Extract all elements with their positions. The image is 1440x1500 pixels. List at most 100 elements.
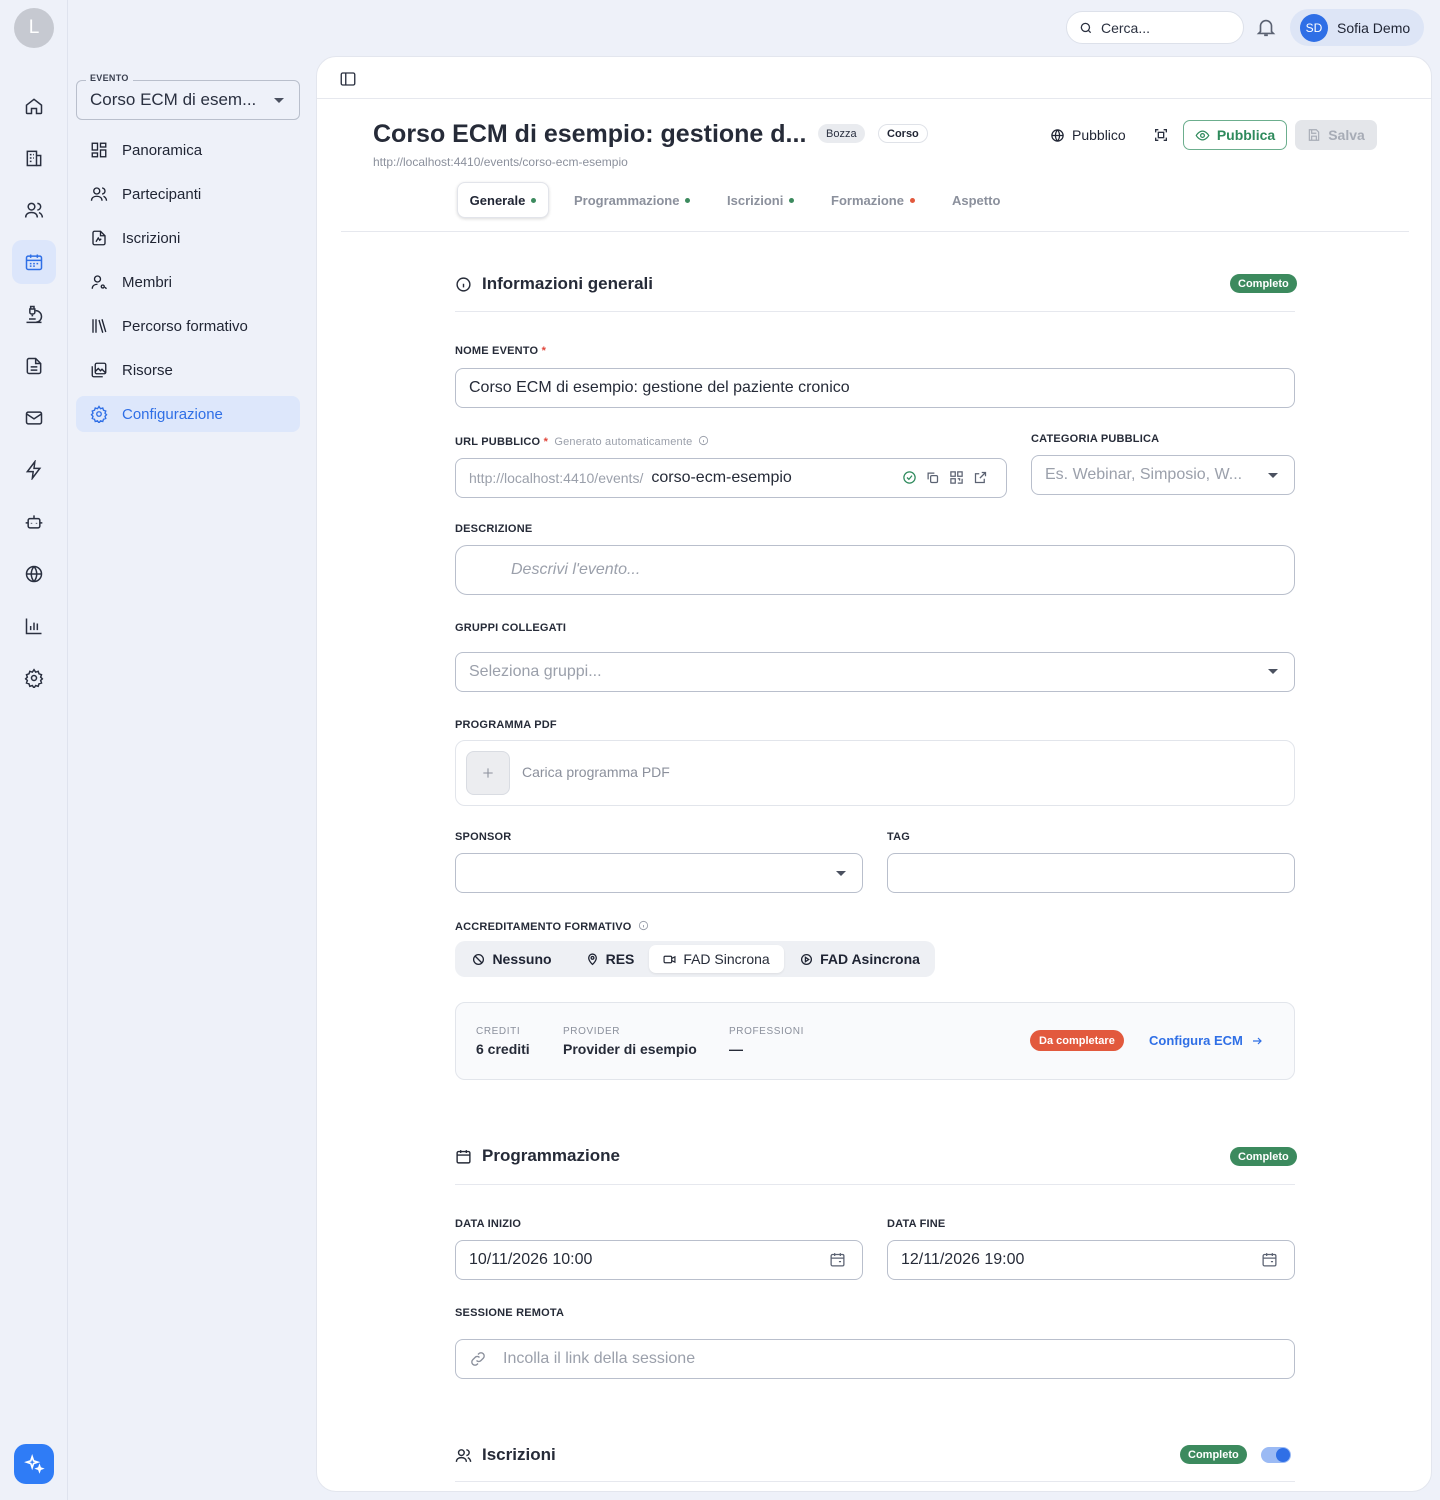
search-input[interactable]: Cerca... <box>1066 11 1244 44</box>
field-label: GRUPPI COLLEGATI <box>455 622 567 634</box>
users-icon <box>90 187 108 201</box>
sparkles-icon[interactable] <box>14 1444 54 1484</box>
field-label: NOME EVENTO * <box>455 345 547 357</box>
sidebar-item-membri[interactable]: Membri <box>76 264 300 300</box>
sidebar-item-percorso-formativo[interactable]: Percorso formativo <box>76 308 300 344</box>
sidebar-item-configurazione[interactable]: Configurazione <box>76 396 300 432</box>
event-url: http://localhost:4410/events/corso-ecm-e… <box>373 155 628 169</box>
chevron-down-icon <box>274 98 284 103</box>
tab-iscrizioni[interactable]: Iscrizioni <box>727 182 795 218</box>
status-badge: Completo <box>1230 1147 1297 1166</box>
sidebar-item-risorse[interactable]: Risorse <box>76 352 300 388</box>
professions-key: PROFESSIONI <box>729 1026 804 1037</box>
field-label: DATA INIZIO <box>455 1218 522 1230</box>
plus-icon[interactable] <box>466 751 510 795</box>
info-icon <box>698 435 708 446</box>
section-title-registrations: Iscrizioni <box>455 1445 556 1465</box>
calendar-icon[interactable] <box>12 240 56 284</box>
divider <box>341 231 1409 232</box>
field-label: TAG <box>887 831 911 843</box>
category-select[interactable]: Es. Webinar, Simposio, W... <box>1031 455 1295 495</box>
calendar-icon[interactable] <box>1261 1251 1278 1273</box>
sidebar-item-panoramica[interactable]: Panoramica <box>76 132 300 168</box>
bell-icon[interactable] <box>1255 16 1279 40</box>
tab-aspetto[interactable]: Aspetto <box>952 182 1000 218</box>
workspace-avatar[interactable]: L <box>14 8 54 48</box>
start-date-field[interactable]: 10/11/2026 10:00 <box>455 1240 863 1280</box>
tab-generale[interactable]: Generale <box>457 182 549 218</box>
eye-icon <box>1195 129 1210 141</box>
accreditation-option-nessuno[interactable]: Nessuno <box>465 945 559 973</box>
chevron-down-icon <box>1268 669 1278 674</box>
mail-icon[interactable] <box>12 396 56 440</box>
external-link-icon[interactable] <box>973 470 988 485</box>
qr-code-icon[interactable] <box>949 470 964 485</box>
description-field[interactable]: Descrivi l'evento... <box>455 545 1295 595</box>
event-select-value: Corso ECM di esem... <box>90 90 257 109</box>
remote-session-field[interactable]: Incolla il link della sessione <box>455 1339 1295 1379</box>
divider <box>455 311 1295 312</box>
field-label: SESSIONE REMOTA <box>455 1307 565 1319</box>
accreditation-option-fad-sincrona[interactable]: FAD Sincrona <box>649 945 784 973</box>
calendar-icon[interactable] <box>829 1251 846 1273</box>
groups-select[interactable]: Seleziona gruppi... <box>455 652 1295 692</box>
document-icon[interactable] <box>12 344 56 388</box>
status-badge: Bozza <box>818 124 865 143</box>
microscope-icon[interactable] <box>12 292 56 336</box>
tab-formazione[interactable]: Formazione <box>831 182 915 218</box>
library-icon <box>92 319 107 333</box>
field-label: PROGRAMMA PDF <box>455 719 557 731</box>
member-icon <box>91 275 107 290</box>
professions-value: — <box>729 1041 743 1057</box>
provider-key: PROVIDER <box>563 1026 621 1037</box>
chart-icon[interactable] <box>12 604 56 648</box>
globe-icon <box>1051 128 1064 142</box>
section-title-schedule: Programmazione <box>455 1146 620 1166</box>
sidebar-toggle-icon[interactable] <box>339 70 357 88</box>
users-icon[interactable] <box>12 188 56 232</box>
user-menu-button[interactable]: SD Sofia Demo <box>1290 9 1424 46</box>
sponsor-select[interactable] <box>455 853 863 893</box>
end-date-field[interactable]: 12/11/2026 19:00 <box>887 1240 1295 1280</box>
visibility-button[interactable]: Pubblico <box>1050 120 1126 150</box>
status-dot <box>789 197 795 203</box>
status-dot <box>685 197 691 203</box>
save-button[interactable]: Salva <box>1295 120 1377 150</box>
chevron-down-icon <box>1268 473 1278 478</box>
building-icon[interactable] <box>12 136 56 180</box>
sidebar-item-partecipanti[interactable]: Partecipanti <box>76 176 300 212</box>
divider <box>455 1184 1295 1185</box>
configure-ecm-link[interactable]: Configura ECM <box>1149 1033 1263 1048</box>
tab-programmazione[interactable]: Programmazione <box>574 182 691 218</box>
file-signature-icon <box>92 230 106 246</box>
section-title-general: Informazioni generali <box>455 274 653 294</box>
accreditation-option-fad-asincrona[interactable]: FAD Asincrona <box>795 945 925 973</box>
status-dot <box>531 197 537 203</box>
save-icon <box>1308 129 1320 141</box>
chevron-down-icon <box>836 871 846 876</box>
link-icon <box>469 1350 487 1373</box>
field-label: URL PUBBLICO * Generato automaticamente <box>455 435 709 448</box>
provider-value: Provider di esempio <box>563 1041 697 1057</box>
images-icon <box>91 362 107 378</box>
gear-icon <box>90 405 108 423</box>
globe-icon[interactable] <box>12 552 56 596</box>
publish-button[interactable]: Pubblica <box>1183 120 1287 150</box>
status-badge: Da completare <box>1030 1030 1124 1051</box>
field-label: DESCRIZIONE <box>455 523 533 535</box>
divider <box>455 1481 1295 1482</box>
user-name: Sofia Demo <box>1337 19 1411 36</box>
home-icon[interactable] <box>12 84 56 128</box>
bot-icon[interactable] <box>12 500 56 544</box>
status-badge: Completo <box>1230 274 1297 293</box>
tag-field[interactable] <box>887 853 1295 893</box>
event-name-field[interactable]: Corso ECM di esempio: gestione del pazie… <box>455 368 1295 408</box>
gear-icon[interactable] <box>12 656 56 700</box>
copy-icon[interactable] <box>925 470 940 485</box>
type-badge: Corso <box>878 124 928 143</box>
sidebar-item-iscrizioni[interactable]: Iscrizioni <box>76 220 300 256</box>
check-circle-icon <box>902 470 917 485</box>
accreditation-option-res[interactable]: RES <box>574 945 646 973</box>
scan-icon[interactable] <box>1153 120 1171 150</box>
bolt-icon[interactable] <box>12 448 56 492</box>
